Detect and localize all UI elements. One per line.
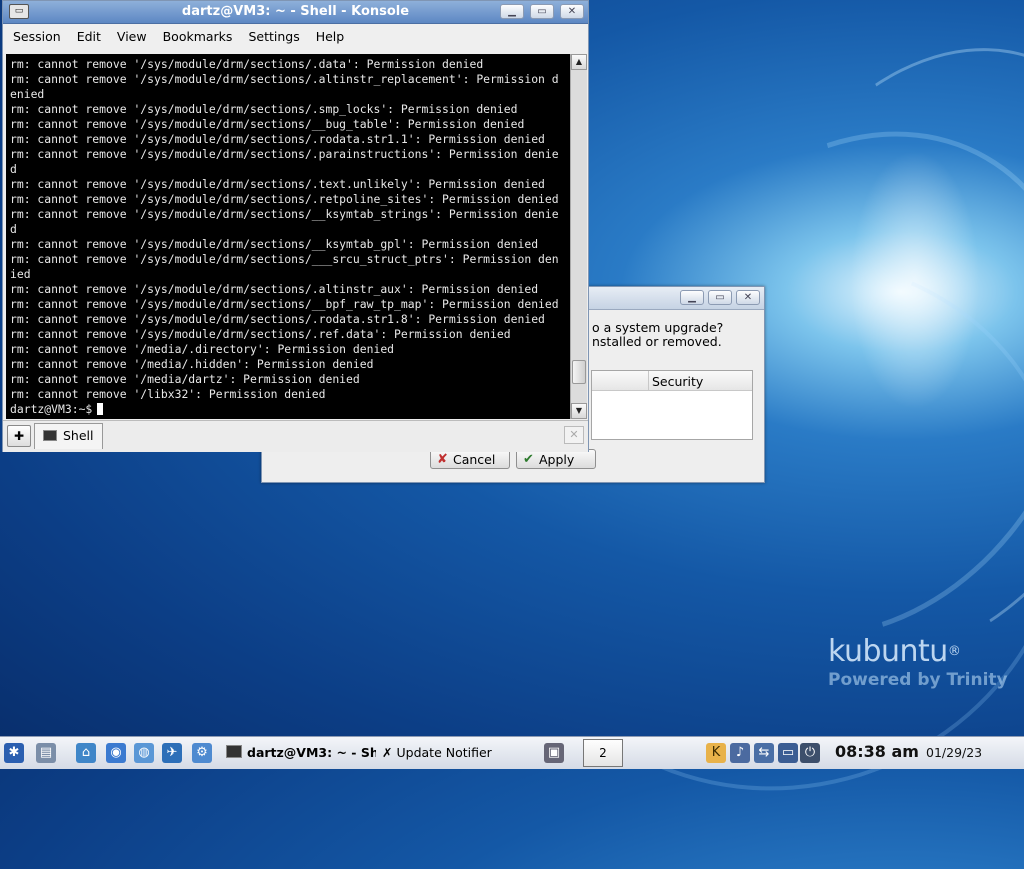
terminal-line: rm: cannot remove '/sys/module/drm/secti…	[10, 72, 559, 86]
terminal-icon	[226, 745, 242, 758]
brand-text: kubuntu	[828, 634, 948, 669]
shell-prompt: dartz@VM3:~$	[10, 402, 93, 416]
text-cursor	[97, 403, 104, 415]
desktop-preview-icon[interactable]: ▣	[544, 743, 564, 763]
terminal-output[interactable]: rm: cannot remove '/sys/module/drm/secti…	[6, 54, 570, 419]
taskbar: ✱ ▤ ⌂ ◉ ◍ ✈ ⚙ dartz@VM3: ~ - Sh ✗ Update …	[0, 736, 1024, 769]
apply-button[interactable]: ✔ Apply	[516, 449, 596, 469]
vertical-scrollbar[interactable]: ▲ ▼	[570, 54, 587, 419]
cancel-icon: ✘	[437, 452, 448, 467]
clock-time[interactable]: 08:38 am	[835, 742, 919, 761]
scrollbar-thumb[interactable]	[572, 360, 586, 384]
wallpaper-glow	[850, 150, 980, 410]
close-button[interactable]: ✕	[560, 4, 584, 19]
maximize-button[interactable]: ▭	[530, 4, 554, 19]
close-session-button[interactable]: ✕	[564, 426, 584, 444]
terminal-line: enied	[10, 87, 45, 101]
upgrade-question-detail: nstalled or removed.	[592, 334, 722, 349]
upgrade-question: o a system upgrade?	[592, 320, 724, 335]
show-desktop-icon[interactable]: ▤	[36, 743, 56, 763]
package-list-header: Security	[592, 371, 752, 391]
menu-edit[interactable]: Edit	[69, 24, 109, 50]
terminal-line: rm: cannot remove '/libx32': Permission …	[10, 387, 326, 401]
terminal-line: ied	[10, 267, 31, 281]
terminal-line: rm: cannot remove '/sys/module/drm/secti…	[10, 147, 559, 161]
file-manager-icon[interactable]: ◉	[106, 743, 126, 763]
minimize-button[interactable]: ▁	[680, 290, 704, 305]
terminal-line: rm: cannot remove '/sys/module/drm/secti…	[10, 312, 545, 326]
terminal-line: rm: cannot remove '/sys/module/drm/secti…	[10, 57, 484, 71]
konsole-titlebar[interactable]: ▭ dartz@VM3: ~ - Shell - Konsole ▁ ▭ ✕	[3, 1, 588, 24]
kubuntu-logo: kubuntu® Powered by Trinity	[828, 634, 1008, 691]
scroll-down-arrow-icon[interactable]: ▼	[571, 403, 587, 419]
registered-mark: ®	[947, 644, 961, 659]
home-folder-icon[interactable]: ⌂	[76, 743, 96, 763]
volume-icon[interactable]: ♪	[730, 743, 750, 763]
display-icon[interactable]: ▭	[778, 743, 798, 763]
tab-shell[interactable]: Shell	[34, 423, 103, 449]
shell-prompt-line[interactable]: dartz@VM3:~$	[10, 402, 570, 417]
terminal-line: rm: cannot remove '/media/.directory': P…	[10, 342, 395, 356]
desktop-pager[interactable]: 2	[583, 739, 623, 767]
konqueror-icon[interactable]: ✈	[162, 743, 182, 763]
terminal-line: d	[10, 162, 17, 176]
power-icon[interactable]: ⏻	[800, 743, 820, 763]
menu-bar: Session Edit View Bookmarks Settings Hel…	[3, 24, 588, 50]
new-session-icon: ✚	[13, 429, 25, 443]
update-notifier-icon: ✗	[382, 745, 393, 760]
column-security[interactable]: Security	[652, 374, 703, 389]
web-browser-icon[interactable]: ◍	[134, 743, 154, 763]
close-button[interactable]: ✕	[736, 290, 760, 305]
terminal-line: rm: cannot remove '/sys/module/drm/secti…	[10, 282, 539, 296]
clock-date[interactable]: 01/29/23	[926, 745, 982, 760]
terminal-line: rm: cannot remove '/sys/module/drm/secti…	[10, 297, 559, 311]
konsole-window[interactable]: ▭ dartz@VM3: ~ - Shell - Konsole ▁ ▭ ✕ S…	[2, 0, 589, 452]
menu-bookmarks[interactable]: Bookmarks	[155, 24, 241, 50]
network-status-icon[interactable]: ⇆	[754, 743, 774, 763]
network-icon[interactable]: ⚙	[192, 743, 212, 763]
terminal-line: rm: cannot remove '/sys/module/drm/secti…	[10, 132, 545, 146]
menu-view[interactable]: View	[109, 24, 155, 50]
terminal-line: rm: cannot remove '/media/dartz': Permis…	[10, 372, 360, 386]
maximize-button[interactable]: ▭	[708, 290, 732, 305]
terminal-line: rm: cannot remove '/sys/module/drm/secti…	[10, 117, 525, 131]
new-session-button[interactable]: ✚	[7, 425, 31, 447]
minimize-button[interactable]: ▁	[500, 4, 524, 19]
terminal-line: rm: cannot remove '/media/.hidden': Perm…	[10, 357, 374, 371]
tab-label: Shell	[63, 428, 94, 443]
menu-settings[interactable]: Settings	[240, 24, 307, 50]
klipper-icon[interactable]: K	[706, 743, 726, 763]
check-icon: ✔	[523, 452, 534, 467]
terminal-line: rm: cannot remove '/sys/module/drm/secti…	[10, 192, 559, 206]
session-tab-bar: ✚ Shell ✕	[3, 420, 588, 452]
scroll-up-arrow-icon[interactable]: ▲	[571, 54, 587, 70]
terminal-line: rm: cannot remove '/sys/module/drm/secti…	[10, 177, 545, 191]
terminal-line: rm: cannot remove '/sys/module/drm/secti…	[10, 237, 539, 251]
terminal-line: d	[10, 222, 17, 236]
task-konsole[interactable]: dartz@VM3: ~ - Sh	[226, 740, 376, 766]
task-update-notifier[interactable]: ✗ Update Notifier	[382, 740, 532, 766]
brand-tagline: Powered by Trinity	[828, 670, 1008, 690]
terminal-line: rm: cannot remove '/sys/module/drm/secti…	[10, 102, 518, 116]
menu-help[interactable]: Help	[308, 24, 353, 50]
terminal-line: rm: cannot remove '/sys/module/drm/secti…	[10, 207, 559, 221]
terminal-line: rm: cannot remove '/sys/module/drm/secti…	[10, 252, 559, 266]
menu-session[interactable]: Session	[5, 24, 69, 50]
close-tab-icon: ✕	[569, 428, 579, 441]
cancel-button[interactable]: ✘ Cancel	[430, 449, 510, 469]
package-list[interactable]: Security	[591, 370, 753, 440]
kmenu-icon[interactable]: ✱	[4, 743, 24, 763]
terminal-line: rm: cannot remove '/sys/module/drm/secti…	[10, 327, 511, 341]
terminal-icon	[43, 430, 57, 441]
